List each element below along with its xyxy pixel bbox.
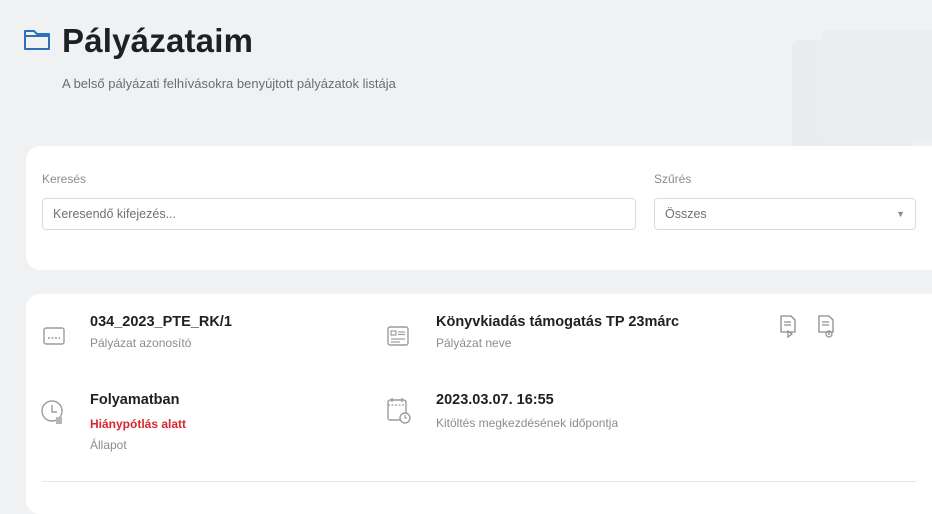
folder-icon bbox=[22, 24, 62, 59]
status-badge: Hiánypótlás alatt bbox=[90, 417, 187, 431]
filter-select[interactable]: Összes ▼ bbox=[654, 198, 916, 230]
calendar-icon bbox=[386, 396, 412, 426]
status-caption: Állapot bbox=[90, 438, 127, 452]
filter-selected-value: Összes bbox=[665, 207, 707, 221]
form-icon bbox=[386, 324, 410, 348]
page-subtitle: A belső pályázati felhívásokra benyújtot… bbox=[62, 76, 396, 91]
start-date-caption: Kitöltés megkezdésének időpontja bbox=[436, 416, 619, 430]
page-title: Pályázataim bbox=[62, 22, 254, 59]
search-label: Keresés bbox=[42, 172, 87, 186]
document-edit-icon[interactable] bbox=[778, 314, 798, 345]
status-value: Folyamatban bbox=[90, 392, 180, 408]
filter-label: Szűrés bbox=[654, 172, 692, 186]
clock-icon bbox=[40, 398, 66, 426]
application-name-caption: Pályázat neve bbox=[436, 336, 512, 350]
application-id-caption: Pályázat azonosító bbox=[90, 336, 192, 350]
start-date-value: 2023.03.07. 16:55 bbox=[436, 392, 554, 408]
search-panel: Keresés Keresendő kifejezés... Szűrés Ös… bbox=[26, 146, 932, 270]
document-view-icon[interactable] bbox=[816, 314, 836, 345]
search-input[interactable]: Keresendő kifejezés... bbox=[42, 198, 636, 230]
chevron-down-icon: ▼ bbox=[896, 209, 905, 219]
application-card: 034_2023_PTE_RK/1 Pályázat azonosító Kön… bbox=[26, 294, 932, 514]
page-header: Pályázataim bbox=[22, 22, 253, 60]
application-id: 034_2023_PTE_RK/1 bbox=[90, 314, 232, 330]
background-decoration bbox=[792, 30, 932, 150]
application-name: Könyvkiadás támogatás TP 23márc bbox=[436, 314, 680, 330]
search-placeholder: Keresendő kifejezés... bbox=[53, 207, 176, 221]
id-card-icon bbox=[42, 324, 66, 348]
divider bbox=[42, 481, 916, 482]
